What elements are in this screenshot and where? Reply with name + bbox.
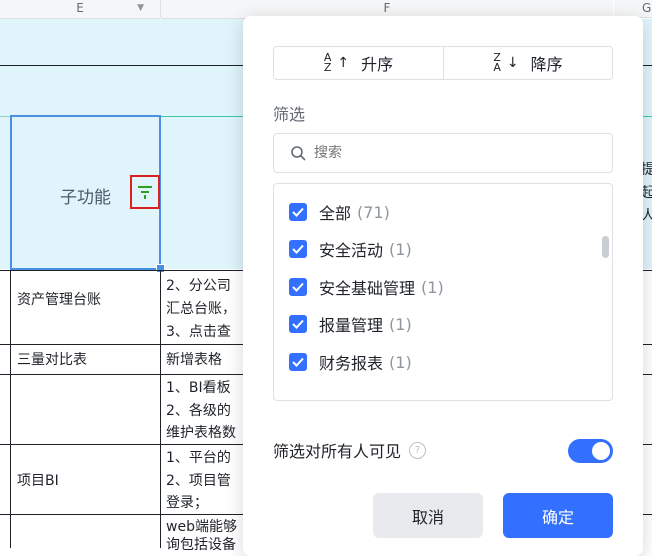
sort-arrow-down-icon: ↓ (506, 55, 519, 71)
option-count: (1) (389, 352, 412, 372)
help-icon[interactable]: ? (409, 441, 427, 459)
cell-e[interactable]: 三量对比表 (17, 350, 87, 370)
option-count: (71) (357, 202, 390, 222)
col-border (160, 270, 161, 548)
filter-panel: AZ ↑ 升序 ZA ↓ 降序 筛选 全部 (71) 安全活动 (1) 安全基础… (243, 16, 643, 556)
column-letter: G (642, 1, 652, 15)
visible-to-all-text: 筛选对所有人可见 (273, 442, 402, 461)
row-divider-light (0, 116, 10, 117)
header-cell-text: 子功能 (60, 188, 111, 208)
checkbox-checked-icon[interactable] (289, 240, 307, 258)
cell-e[interactable]: 资产管理台账 (17, 290, 101, 310)
column-letter: E (76, 1, 84, 15)
visible-to-all-toggle[interactable] (568, 439, 613, 463)
cell-f-line: 2、项目管 (166, 473, 231, 489)
visible-to-all-label: 筛选对所有人可见 ? (273, 438, 427, 462)
toggle-knob (592, 442, 610, 460)
filter-button[interactable] (130, 175, 160, 209)
confirm-label: 确定 (541, 507, 574, 527)
column-header-e[interactable]: E ▼ (0, 0, 160, 19)
cell-e[interactable]: 项目BI (17, 471, 59, 491)
option-label: 全部 (319, 204, 352, 223)
checkbox-checked-icon[interactable] (289, 353, 307, 371)
filter-option[interactable]: 安全基础管理 (1) (289, 275, 444, 299)
cell-f-line: 1、平台的 (166, 450, 231, 466)
cell-f-line: 3、点击查 (166, 324, 231, 340)
sort-ascending-button[interactable]: AZ ↑ 升序 (273, 46, 444, 80)
column-divider (160, 0, 161, 18)
selected-header-cell[interactable]: 子功能 (10, 115, 165, 273)
col-border (10, 270, 11, 548)
cell-f-line: 登录； (166, 495, 208, 511)
checkbox-checked-icon[interactable] (289, 278, 307, 296)
cell-f-line: 1、BI看板 (166, 380, 231, 396)
search-icon (291, 146, 306, 161)
checkbox-checked-icon[interactable] (289, 315, 307, 333)
checkbox-checked-icon[interactable] (289, 203, 307, 221)
option-count: (1) (421, 277, 444, 297)
search-input[interactable] (312, 144, 596, 162)
cancel-button[interactable]: 取消 (373, 493, 483, 538)
cell-f-line: 汇总台账， (166, 301, 236, 317)
filter-icon (138, 186, 152, 199)
filter-options-list[interactable]: 全部 (71) 安全活动 (1) 安全基础管理 (1) 报量管理 (1) 财务报… (273, 183, 613, 401)
sort-ascending-icon: AZ (323, 51, 332, 74)
search-box[interactable] (273, 133, 613, 173)
sort-descending-icon: ZA (493, 51, 501, 74)
column-menu-arrow-icon[interactable]: ▼ (137, 0, 144, 16)
list-scrollbar[interactable] (602, 236, 609, 258)
column-letter: F (383, 1, 391, 15)
option-label: 报量管理 (319, 316, 384, 335)
sort-ascending-label: 升序 (361, 55, 394, 74)
cell-f-line: 2、各级的 (166, 403, 231, 419)
option-count: (1) (389, 314, 412, 334)
cell-f-line: 2、分公司 (166, 278, 231, 294)
cell-f-line: 询包括设备 (166, 537, 236, 553)
filter-section-title: 筛选 (273, 105, 306, 124)
filter-option[interactable]: 安全活动 (1) (289, 237, 412, 261)
confirm-button[interactable]: 确定 (503, 493, 613, 538)
filter-option[interactable]: 报量管理 (1) (289, 312, 412, 336)
cell-f-line: 维护表格数 (166, 425, 236, 441)
option-label: 安全活动 (319, 241, 384, 260)
sort-arrow-up-icon: ↑ (337, 55, 350, 71)
cell-f-line: web端能够 (166, 519, 237, 535)
cell-f-line: 新增表格 (166, 352, 222, 368)
option-label: 安全基础管理 (319, 279, 416, 298)
option-count: (1) (389, 239, 412, 259)
option-label: 财务报表 (319, 354, 384, 373)
filter-option[interactable]: 财务报表 (1) (289, 350, 412, 374)
sort-descending-button[interactable]: ZA ↓ 降序 (443, 46, 613, 80)
sort-descending-label: 降序 (530, 55, 563, 74)
filter-option-all[interactable]: 全部 (71) (289, 200, 390, 224)
cancel-label: 取消 (411, 507, 444, 527)
